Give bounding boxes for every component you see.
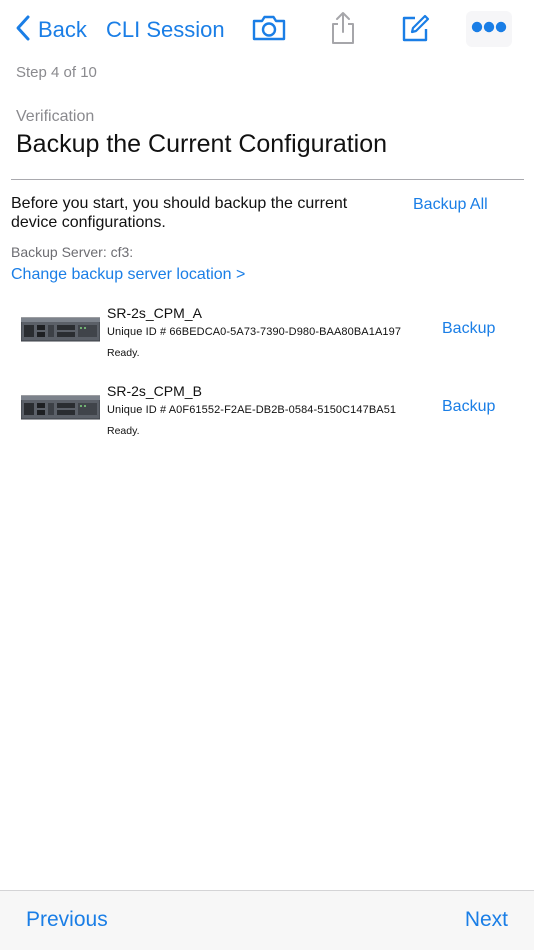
- previous-button[interactable]: Previous: [26, 908, 108, 932]
- change-backup-location-link[interactable]: Change backup server location >: [11, 266, 245, 284]
- device-status: Ready.: [107, 347, 140, 359]
- device-unique-id: Unique ID # A0F61552-F2AE-DB2B-0584-5150…: [107, 404, 397, 416]
- navigation-bar: Back CLI Session: [0, 0, 534, 60]
- chevron-left-icon: [14, 14, 32, 47]
- more-button[interactable]: [466, 11, 512, 47]
- device-name: SR-2s_CPM_A: [107, 305, 202, 321]
- intro-text: Before you start, you should backup the …: [11, 195, 348, 231]
- router-device-image: [20, 394, 101, 421]
- section-label: Verification: [16, 108, 95, 125]
- backup-server-label: Backup Server: cf3:: [11, 244, 134, 260]
- step-indicator: Step 4 of 10: [16, 64, 97, 81]
- camera-button[interactable]: [250, 12, 288, 48]
- share-button[interactable]: [326, 11, 360, 50]
- bottom-toolbar: Previous Next: [0, 890, 534, 950]
- router-device-image: [20, 316, 101, 343]
- back-button[interactable]: Back: [14, 14, 87, 46]
- compose-button[interactable]: [398, 12, 432, 48]
- compose-icon: [400, 13, 430, 48]
- page-title: Backup the Current Configuration: [16, 130, 388, 158]
- header-divider: [11, 179, 524, 180]
- device-row: SR-2s_CPM_A Unique ID # 66BEDCA0-5A73-73…: [0, 302, 534, 374]
- nav-title: CLI Session: [106, 17, 225, 42]
- camera-icon: [251, 14, 287, 47]
- backup-device-button[interactable]: Backup: [442, 398, 495, 416]
- device-row: SR-2s_CPM_B Unique ID # A0F61552-F2AE-DB…: [0, 380, 534, 452]
- device-name: SR-2s_CPM_B: [107, 383, 202, 399]
- device-unique-id: Unique ID # 66BEDCA0-5A73-7390-D980-BAA8…: [107, 326, 402, 338]
- backup-all-button[interactable]: Backup All: [413, 196, 488, 214]
- back-label: Back: [38, 17, 87, 42]
- more-icon: [469, 20, 509, 39]
- next-button[interactable]: Next: [465, 908, 508, 932]
- share-icon: [329, 11, 357, 50]
- backup-device-button[interactable]: Backup: [442, 320, 495, 338]
- device-status: Ready.: [107, 425, 140, 437]
